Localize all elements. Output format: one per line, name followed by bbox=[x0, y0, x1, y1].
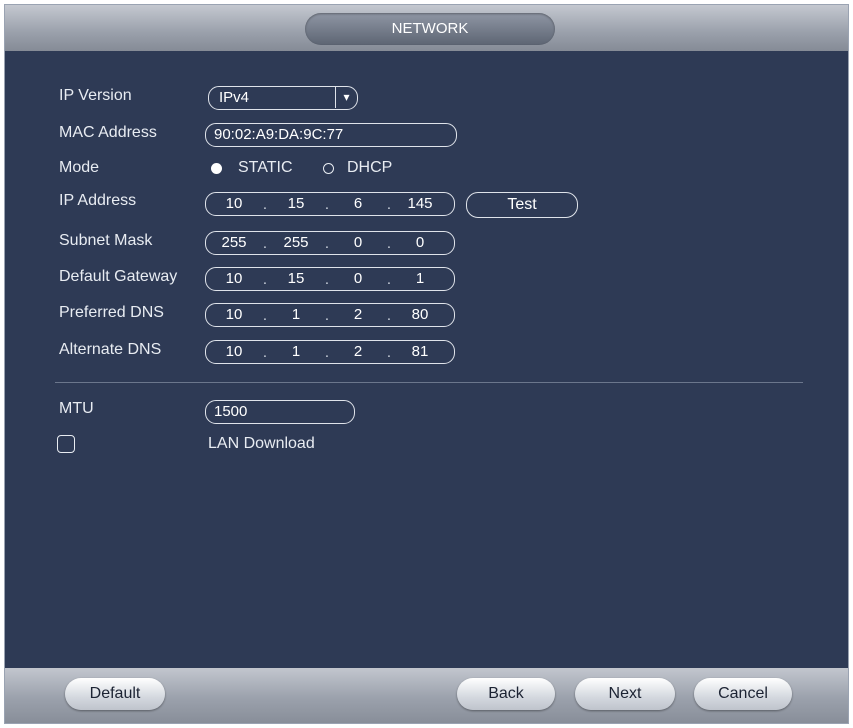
octet-separator: . bbox=[386, 235, 392, 252]
octet-separator: . bbox=[324, 344, 330, 361]
octet-2[interactable]: 255 bbox=[274, 234, 318, 251]
dialog-title: NETWORK bbox=[305, 13, 555, 45]
ip-version-value: IPv4 bbox=[219, 89, 250, 106]
octet-2[interactable]: 15 bbox=[274, 195, 318, 212]
next-button[interactable]: Next bbox=[575, 678, 675, 710]
lan-download-checkbox[interactable] bbox=[57, 435, 75, 453]
octet-3[interactable]: 2 bbox=[336, 343, 380, 360]
back-button[interactable]: Back bbox=[457, 678, 555, 710]
default-gateway-field[interactable]: 10 . 15 . 0 . 1 bbox=[205, 267, 455, 291]
mac-address-label: MAC Address bbox=[59, 124, 157, 141]
octet-1[interactable]: 10 bbox=[212, 343, 256, 360]
octet-separator: . bbox=[386, 307, 392, 324]
octet-separator: . bbox=[386, 271, 392, 288]
subnet-mask-field[interactable]: 255 . 255 . 0 . 0 bbox=[205, 231, 455, 255]
radio-static-selected[interactable] bbox=[211, 163, 222, 174]
mtu-label: MTU bbox=[59, 400, 94, 417]
alternate-dns-label: Alternate DNS bbox=[59, 341, 162, 358]
octet-4[interactable]: 81 bbox=[398, 343, 442, 360]
octet-3[interactable]: 0 bbox=[336, 234, 380, 251]
octet-1[interactable]: 10 bbox=[212, 306, 256, 323]
section-divider bbox=[55, 382, 803, 383]
mode-label: Mode bbox=[59, 159, 100, 176]
preferred-dns-field[interactable]: 10 . 1 . 2 . 80 bbox=[205, 303, 455, 327]
octet-4[interactable]: 1 bbox=[398, 270, 442, 287]
octet-separator: . bbox=[324, 196, 330, 213]
octet-separator: . bbox=[386, 196, 392, 213]
octet-separator: . bbox=[262, 344, 268, 361]
octet-1[interactable]: 10 bbox=[212, 270, 256, 287]
radio-static-label: STATIC bbox=[238, 159, 293, 176]
octet-separator: . bbox=[324, 307, 330, 324]
octet-4[interactable]: 80 bbox=[398, 306, 442, 323]
ip-address-field[interactable]: 10 . 15 . 6 . 145 bbox=[205, 192, 455, 216]
lan-download-label: LAN Download bbox=[208, 435, 315, 452]
octet-4[interactable]: 0 bbox=[398, 234, 442, 251]
ip-version-label: IP Version bbox=[59, 87, 132, 104]
test-button[interactable]: Test bbox=[466, 192, 578, 218]
octet-1[interactable]: 10 bbox=[212, 195, 256, 212]
preferred-dns-label: Preferred DNS bbox=[59, 304, 164, 321]
default-gateway-label: Default Gateway bbox=[59, 268, 178, 285]
octet-3[interactable]: 2 bbox=[336, 306, 380, 323]
alternate-dns-field[interactable]: 10 . 1 . 2 . 81 bbox=[205, 340, 455, 364]
network-settings-form: IP Version IPv4 ▾ MAC Address 90:02:A9:D… bbox=[5, 51, 848, 670]
network-dialog: NETWORK IP Version IPv4 ▾ MAC Address 90… bbox=[4, 4, 849, 724]
radio-dhcp-label: DHCP bbox=[347, 159, 393, 176]
radio-dhcp-unselected[interactable] bbox=[323, 163, 334, 174]
subnet-mask-label: Subnet Mask bbox=[59, 232, 153, 249]
octet-separator: . bbox=[262, 235, 268, 252]
ip-version-select[interactable]: IPv4 ▾ bbox=[208, 86, 358, 110]
mtu-value: 1500 bbox=[214, 403, 248, 420]
octet-2[interactable]: 15 bbox=[274, 270, 318, 287]
octet-separator: . bbox=[324, 271, 330, 288]
octet-3[interactable]: 0 bbox=[336, 270, 380, 287]
title-bar: NETWORK bbox=[5, 5, 848, 51]
octet-separator: . bbox=[324, 235, 330, 252]
octet-separator: . bbox=[386, 344, 392, 361]
octet-separator: . bbox=[262, 271, 268, 288]
octet-4[interactable]: 145 bbox=[398, 195, 442, 212]
octet-separator: . bbox=[262, 196, 268, 213]
mtu-field[interactable]: 1500 bbox=[205, 400, 355, 424]
chevron-down-icon[interactable]: ▾ bbox=[335, 87, 357, 108]
octet-1[interactable]: 255 bbox=[212, 234, 256, 251]
footer-bar: Default Back Next Cancel bbox=[5, 668, 848, 723]
cancel-button[interactable]: Cancel bbox=[694, 678, 792, 710]
ip-address-label: IP Address bbox=[59, 192, 137, 209]
default-button[interactable]: Default bbox=[65, 678, 165, 710]
mac-address-value: 90:02:A9:DA:9C:77 bbox=[214, 126, 344, 143]
octet-separator: . bbox=[262, 307, 268, 324]
mac-address-field: 90:02:A9:DA:9C:77 bbox=[205, 123, 457, 147]
octet-2[interactable]: 1 bbox=[274, 306, 318, 323]
octet-2[interactable]: 1 bbox=[274, 343, 318, 360]
octet-3[interactable]: 6 bbox=[336, 195, 380, 212]
